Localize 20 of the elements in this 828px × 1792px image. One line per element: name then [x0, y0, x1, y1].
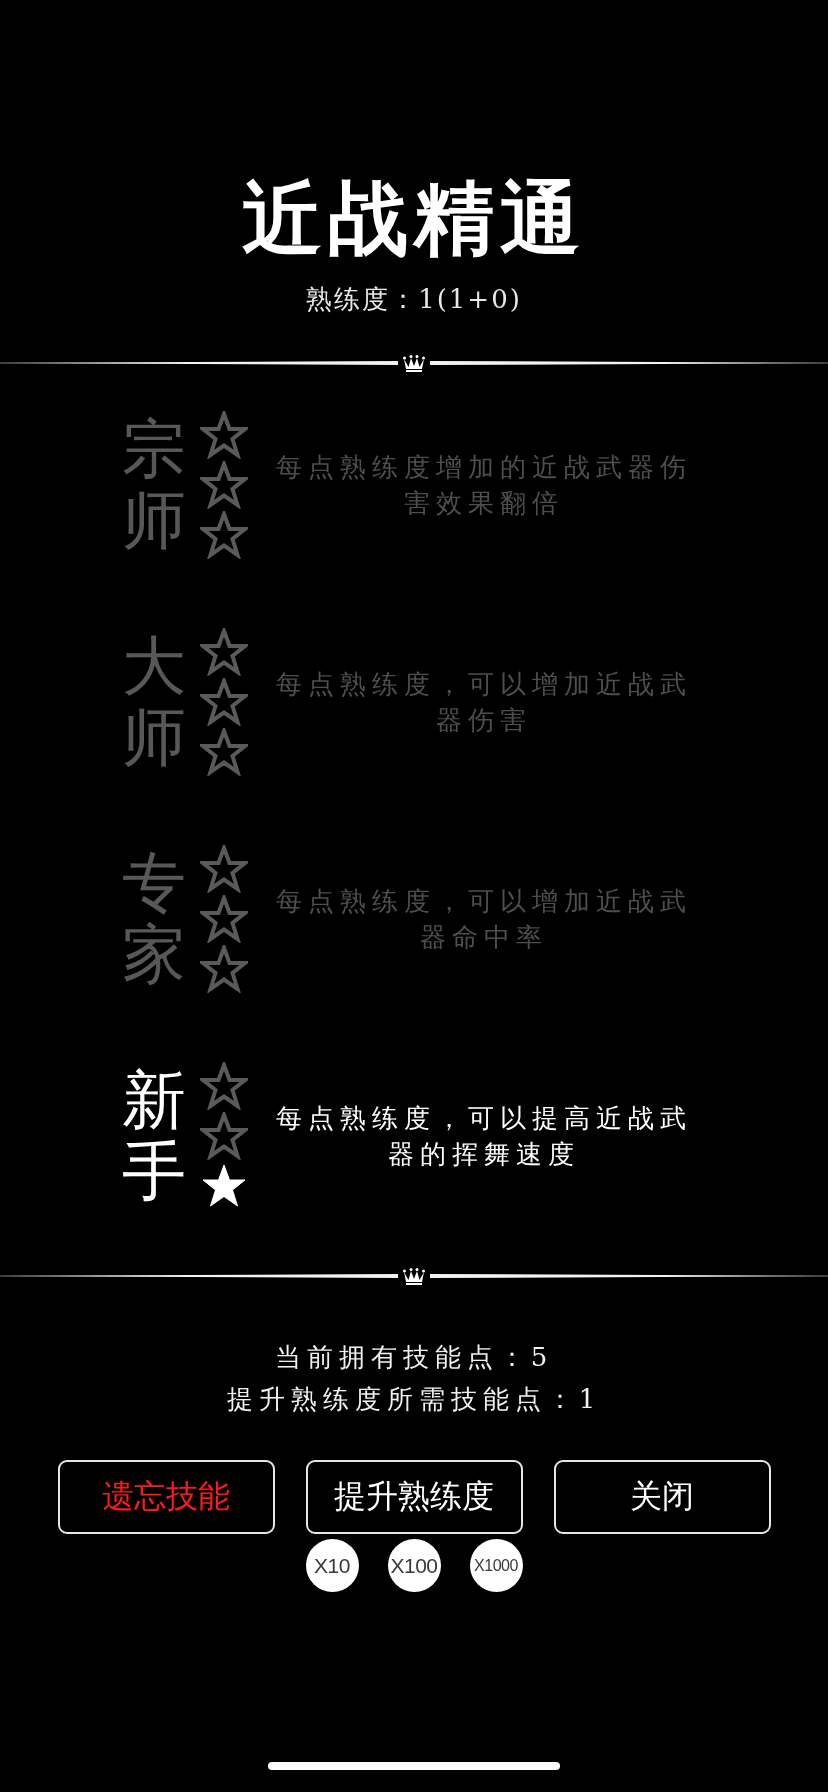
- action-button[interactable]: 关闭: [553, 1460, 771, 1534]
- tier-description: 每点熟练度，可以增加近战武器伤害: [275, 667, 693, 737]
- proficiency-text: 熟练度：1(1+0): [306, 283, 522, 316]
- tier-name: 宗师: [122, 414, 186, 555]
- required-skill-points: 提升熟练度所需技能点：1: [226, 1383, 602, 1416]
- tier-description: 每点熟练度增加的近战武器伤害效果翻倍: [275, 450, 693, 520]
- multiplier-button[interactable]: X1000: [469, 1539, 523, 1592]
- tier-name: 新手: [122, 1065, 186, 1206]
- tier-name: 大师: [122, 631, 186, 772]
- skill-title: 近战精通: [242, 170, 586, 266]
- crown-icon: [403, 354, 425, 372]
- owned-skill-points: 当前拥有技能点：5: [274, 1341, 554, 1374]
- action-button[interactable]: 提升熟练度: [305, 1460, 523, 1534]
- crown-icon: [403, 1267, 425, 1285]
- tier-description: 每点熟练度，可以提高近战武器的挥舞速度: [275, 1101, 693, 1171]
- multiplier-button[interactable]: X10: [305, 1539, 359, 1592]
- multiplier-button[interactable]: X100: [387, 1539, 441, 1592]
- tier-name: 专家: [122, 848, 186, 989]
- action-button[interactable]: 遗忘技能: [57, 1460, 275, 1534]
- tier-description: 每点熟练度，可以增加近战武器命中率: [275, 884, 693, 954]
